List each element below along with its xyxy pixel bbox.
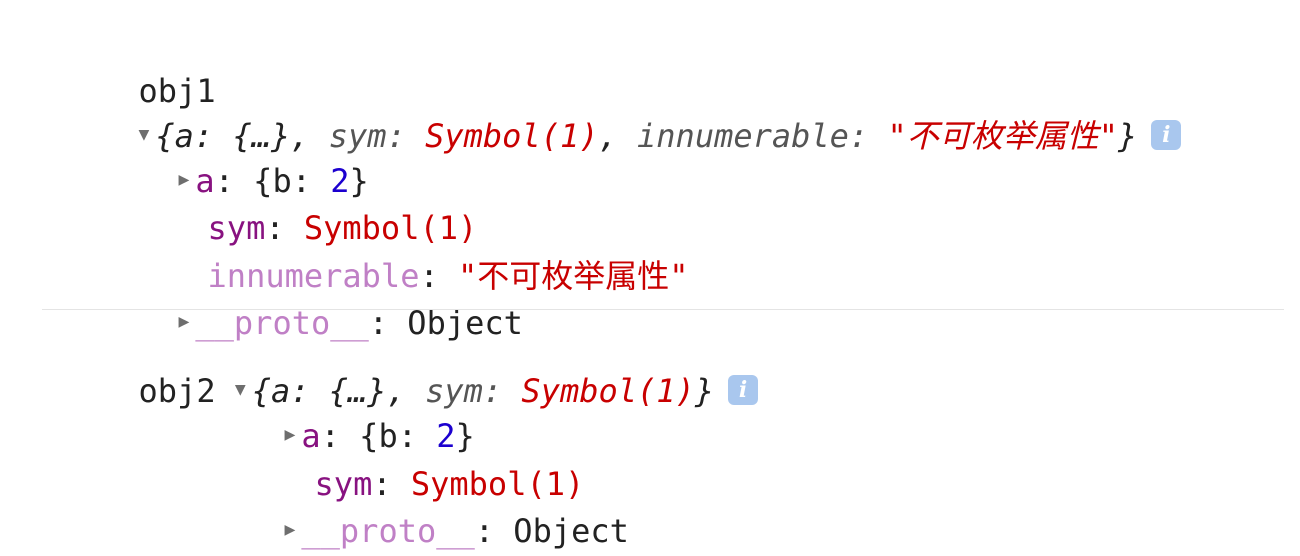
info-icon[interactable]: i xyxy=(728,375,759,405)
obj2-proto-value: Object xyxy=(513,512,629,550)
obj1-preview-row[interactable]: ▼ {a: {…}, sym: Symbol(1), innumerable: "… xyxy=(100,67,1182,155)
obj1-prop-sym: sym: Symbol(1) xyxy=(169,159,478,247)
console-divider xyxy=(42,309,1284,310)
obj1-preview-innumerable-value: "不可枚举属性" xyxy=(887,117,1119,155)
info-icon[interactable]: i xyxy=(1151,120,1182,150)
obj2-label: obj2 xyxy=(138,372,235,410)
obj2-prop-sym: sym: Symbol(1) xyxy=(276,415,585,503)
obj1-prop-proto[interactable]: ▶ __proto__: Object xyxy=(140,254,523,342)
obj1-preview-innumerable-key: innumerable: xyxy=(637,117,888,155)
obj2-preview-close: } xyxy=(694,372,715,410)
collapsed-arrow-icon[interactable]: ▶ xyxy=(285,507,296,553)
obj2-prop-a[interactable]: ▶ a: {b: 2} xyxy=(246,367,475,455)
obj2-proto-colon: : xyxy=(474,512,514,550)
obj2-preview-sym-value: Symbol(1) xyxy=(521,372,695,410)
obj1-preview-comma: , xyxy=(598,117,638,155)
expanded-arrow-icon[interactable]: ▼ xyxy=(235,367,246,413)
obj1-preview-close: } xyxy=(1118,117,1138,155)
obj2-prop-proto[interactable]: ▶ __proto__: Object xyxy=(246,462,629,550)
obj1-prop-a[interactable]: ▶ a: {b: 2} xyxy=(140,112,369,200)
obj1-label-line: obj1 xyxy=(100,22,216,110)
obj1-prop-innumerable: innumerable: "不可枚举属性" xyxy=(169,207,689,295)
obj2-proto-key: __proto__ xyxy=(301,512,475,550)
obj2-preview-row[interactable]: obj2 ▼ {a: {…}, sym: Symbol(1)} i xyxy=(100,322,759,410)
obj1-preview-sym-value: Symbol(1) xyxy=(425,117,599,155)
